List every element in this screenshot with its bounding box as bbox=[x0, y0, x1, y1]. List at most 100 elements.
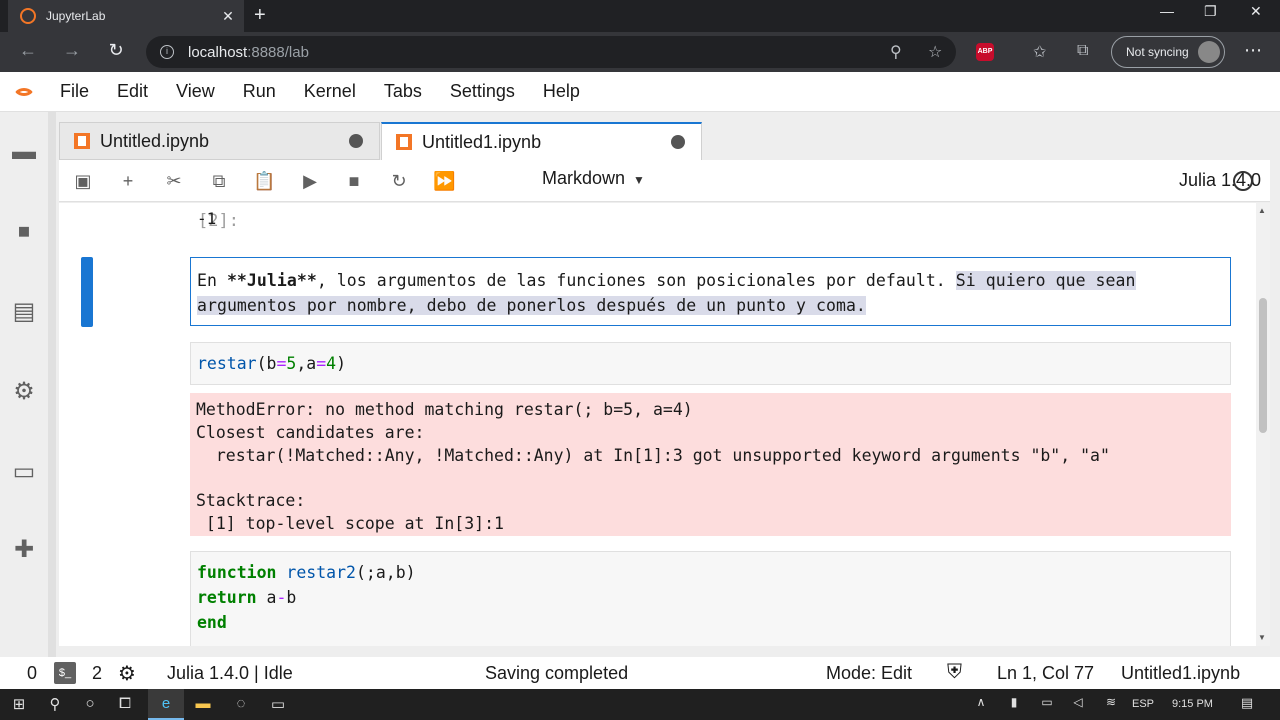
notebook-panel: [2]: -1 En **Julia**, los argumentos de … bbox=[59, 203, 1270, 646]
run-icon[interactable]: ▶ bbox=[299, 170, 321, 192]
refresh-icon[interactable]: ↻ bbox=[104, 40, 128, 61]
linter-icon[interactable]: ⛨ bbox=[947, 661, 962, 684]
input-language[interactable]: ESP bbox=[1132, 698, 1154, 710]
volume-icon[interactable]: ◁ bbox=[1067, 695, 1089, 709]
wifi-icon[interactable]: ≋ bbox=[1100, 695, 1122, 709]
fast-forward-icon[interactable]: ⏩ bbox=[433, 170, 455, 192]
url-path: :8888/lab bbox=[247, 43, 309, 61]
md-selected-text: Si quiero que sean bbox=[955, 271, 1136, 290]
restart-icon[interactable]: ↻ bbox=[388, 170, 410, 192]
windows-taskbar: ⊞ ⚲ ○ ⧠ e ▬ ◌ ▭ ∧ ▮ ▭ ◁ ≋ ESP 9:15 PM ▤ bbox=[0, 689, 1280, 720]
microphone-icon[interactable]: ▮ bbox=[1003, 695, 1025, 709]
menu-edit[interactable]: Edit bbox=[117, 81, 148, 102]
unsaved-dot-icon[interactable] bbox=[671, 135, 685, 149]
menu-run[interactable]: Run bbox=[243, 81, 276, 102]
site-info-icon[interactable]: i bbox=[160, 45, 174, 59]
code-cell-editor[interactable]: restar(b=5,a=4) bbox=[190, 342, 1231, 385]
tab-untitled[interactable]: Untitled.ipynb bbox=[59, 122, 380, 160]
file-name: Untitled1.ipynb bbox=[1121, 663, 1241, 683]
cursor-position[interactable]: Ln 1, Col 77 bbox=[997, 663, 1094, 684]
markdown-cell-editor[interactable]: En **Julia**, los argumentos de las func… bbox=[190, 257, 1231, 326]
favorites-icon[interactable]: ✩ bbox=[1033, 42, 1046, 62]
url-host: localhost bbox=[188, 43, 248, 61]
url-text[interactable]: localhost:8888/lab bbox=[188, 44, 309, 61]
open-tabs-icon[interactable]: ▭ bbox=[10, 458, 38, 486]
kernel-settings-icon[interactable]: ⚙ bbox=[118, 661, 136, 686]
sync-button[interactable]: Not syncing bbox=[1111, 36, 1225, 68]
scrollbar-thumb[interactable] bbox=[1259, 298, 1267, 433]
windows-start-icon[interactable]: ⊞ bbox=[8, 695, 30, 713]
edge-icon[interactable]: e bbox=[155, 695, 177, 712]
md-text: En bbox=[197, 271, 227, 290]
tray-chevron-icon[interactable]: ∧ bbox=[970, 695, 992, 709]
new-tab-button[interactable]: + bbox=[254, 4, 266, 27]
insert-cell-icon[interactable]: + bbox=[117, 170, 139, 192]
md-text: , los argumentos de las funciones son po… bbox=[316, 271, 956, 290]
save-icon[interactable]: ▣ bbox=[72, 170, 94, 192]
tab-label: Untitled.ipynb bbox=[100, 130, 210, 151]
address-bar[interactable]: i localhost:8888/lab ⚲ ☆ bbox=[146, 36, 956, 68]
back-icon[interactable]: ← bbox=[16, 40, 40, 61]
browser-toolbar: ← → ↻ i localhost:8888/lab ⚲ ☆ ABP ✩ ⧉ N… bbox=[0, 32, 1280, 72]
extension-manager-icon[interactable]: ✚ bbox=[10, 536, 38, 564]
menu-settings[interactable]: Settings bbox=[450, 81, 515, 102]
command-palette-icon[interactable]: ▤ bbox=[10, 298, 38, 326]
status-bar: 0 2 ⚙ Julia 1.4.0 | Idle Saving complete… bbox=[0, 657, 1280, 689]
zoom-icon[interactable]: ⚲ bbox=[890, 42, 902, 62]
notifications-icon[interactable]: ▤ bbox=[1236, 695, 1258, 711]
menu-help[interactable]: Help bbox=[543, 81, 580, 102]
paste-icon[interactable]: 📋 bbox=[253, 170, 275, 192]
stop-icon[interactable]: ■ bbox=[343, 170, 365, 192]
count-b[interactable]: 2 bbox=[92, 663, 102, 684]
chevron-down-icon: ▼ bbox=[633, 173, 645, 187]
notebook-icon bbox=[74, 133, 90, 149]
code-cell-editor[interactable]: function restar2(;a,b) return a-b end bbox=[190, 551, 1231, 646]
scroll-down-icon[interactable]: ▼ bbox=[1258, 633, 1266, 642]
file-explorer-icon[interactable]: ▬ bbox=[192, 695, 214, 712]
kernel-status[interactable]: Julia 1.4.0 | Idle bbox=[167, 663, 293, 684]
terminal-icon[interactable]: $_ bbox=[54, 662, 76, 684]
browser-tab-title: JupyterLab bbox=[46, 9, 106, 23]
scroll-up-icon[interactable]: ▲ bbox=[1258, 206, 1266, 215]
notebook-scrollbar[interactable]: ▲ ▼ bbox=[1256, 203, 1270, 646]
count-a[interactable]: 0 bbox=[27, 663, 37, 684]
adblock-icon[interactable]: ABP bbox=[976, 43, 994, 61]
menu-file[interactable]: File bbox=[60, 81, 89, 102]
cell-type-value: Markdown bbox=[542, 168, 626, 188]
task-view-icon[interactable]: ⧠ bbox=[114, 695, 136, 712]
menu-kernel[interactable]: Kernel bbox=[304, 81, 356, 102]
folder-icon[interactable]: ▬ bbox=[10, 138, 38, 166]
unsaved-dot-icon[interactable] bbox=[349, 134, 363, 148]
mode-indicator[interactable]: Mode: Edit bbox=[826, 663, 912, 684]
restore-icon[interactable]: ❐ bbox=[1204, 3, 1217, 20]
search-icon[interactable]: ⚲ bbox=[44, 695, 66, 713]
menu-view[interactable]: View bbox=[176, 81, 215, 102]
bookmark-star-icon[interactable]: ☆ bbox=[928, 42, 942, 62]
minimize-icon[interactable]: — bbox=[1160, 3, 1174, 19]
close-window-icon[interactable]: ✕ bbox=[1250, 3, 1262, 20]
active-cell-indicator[interactable] bbox=[81, 257, 93, 327]
collections-icon[interactable]: ⧉ bbox=[1077, 42, 1088, 60]
tab-untitled1[interactable]: Untitled1.ipynb bbox=[381, 122, 702, 160]
save-message: Saving completed bbox=[485, 663, 629, 683]
error-output: MethodError: no method matching restar(;… bbox=[190, 393, 1231, 536]
battery-icon[interactable]: ▭ bbox=[1036, 695, 1058, 709]
property-inspector-icon[interactable]: ⚙ bbox=[10, 378, 38, 406]
clock[interactable]: 9:15 PM bbox=[1172, 698, 1213, 710]
cortana-icon[interactable]: ○ bbox=[79, 695, 101, 712]
cell-type-dropdown[interactable]: Markdown ▼ bbox=[542, 168, 645, 189]
jupyter-logo-icon bbox=[10, 78, 38, 106]
menu-tabs[interactable]: Tabs bbox=[384, 81, 422, 102]
forward-icon[interactable]: → bbox=[60, 40, 84, 61]
more-options-icon[interactable]: ⋯ bbox=[1244, 40, 1262, 61]
app-icon[interactable]: ◌ bbox=[230, 695, 252, 712]
running-sessions-icon[interactable]: ⏹ bbox=[10, 218, 38, 246]
close-tab-icon[interactable]: ✕ bbox=[218, 8, 238, 25]
terminal-app-icon[interactable]: ▭ bbox=[267, 695, 289, 713]
jupyter-favicon-icon bbox=[20, 8, 36, 24]
copy-icon[interactable]: ⧉ bbox=[208, 170, 230, 192]
tab-label: Untitled1.ipynb bbox=[422, 131, 542, 152]
output-prompt: [2]: bbox=[198, 211, 239, 231]
cut-icon[interactable]: ✂ bbox=[163, 170, 185, 192]
browser-tab[interactable]: JupyterLab ✕ bbox=[8, 0, 244, 32]
